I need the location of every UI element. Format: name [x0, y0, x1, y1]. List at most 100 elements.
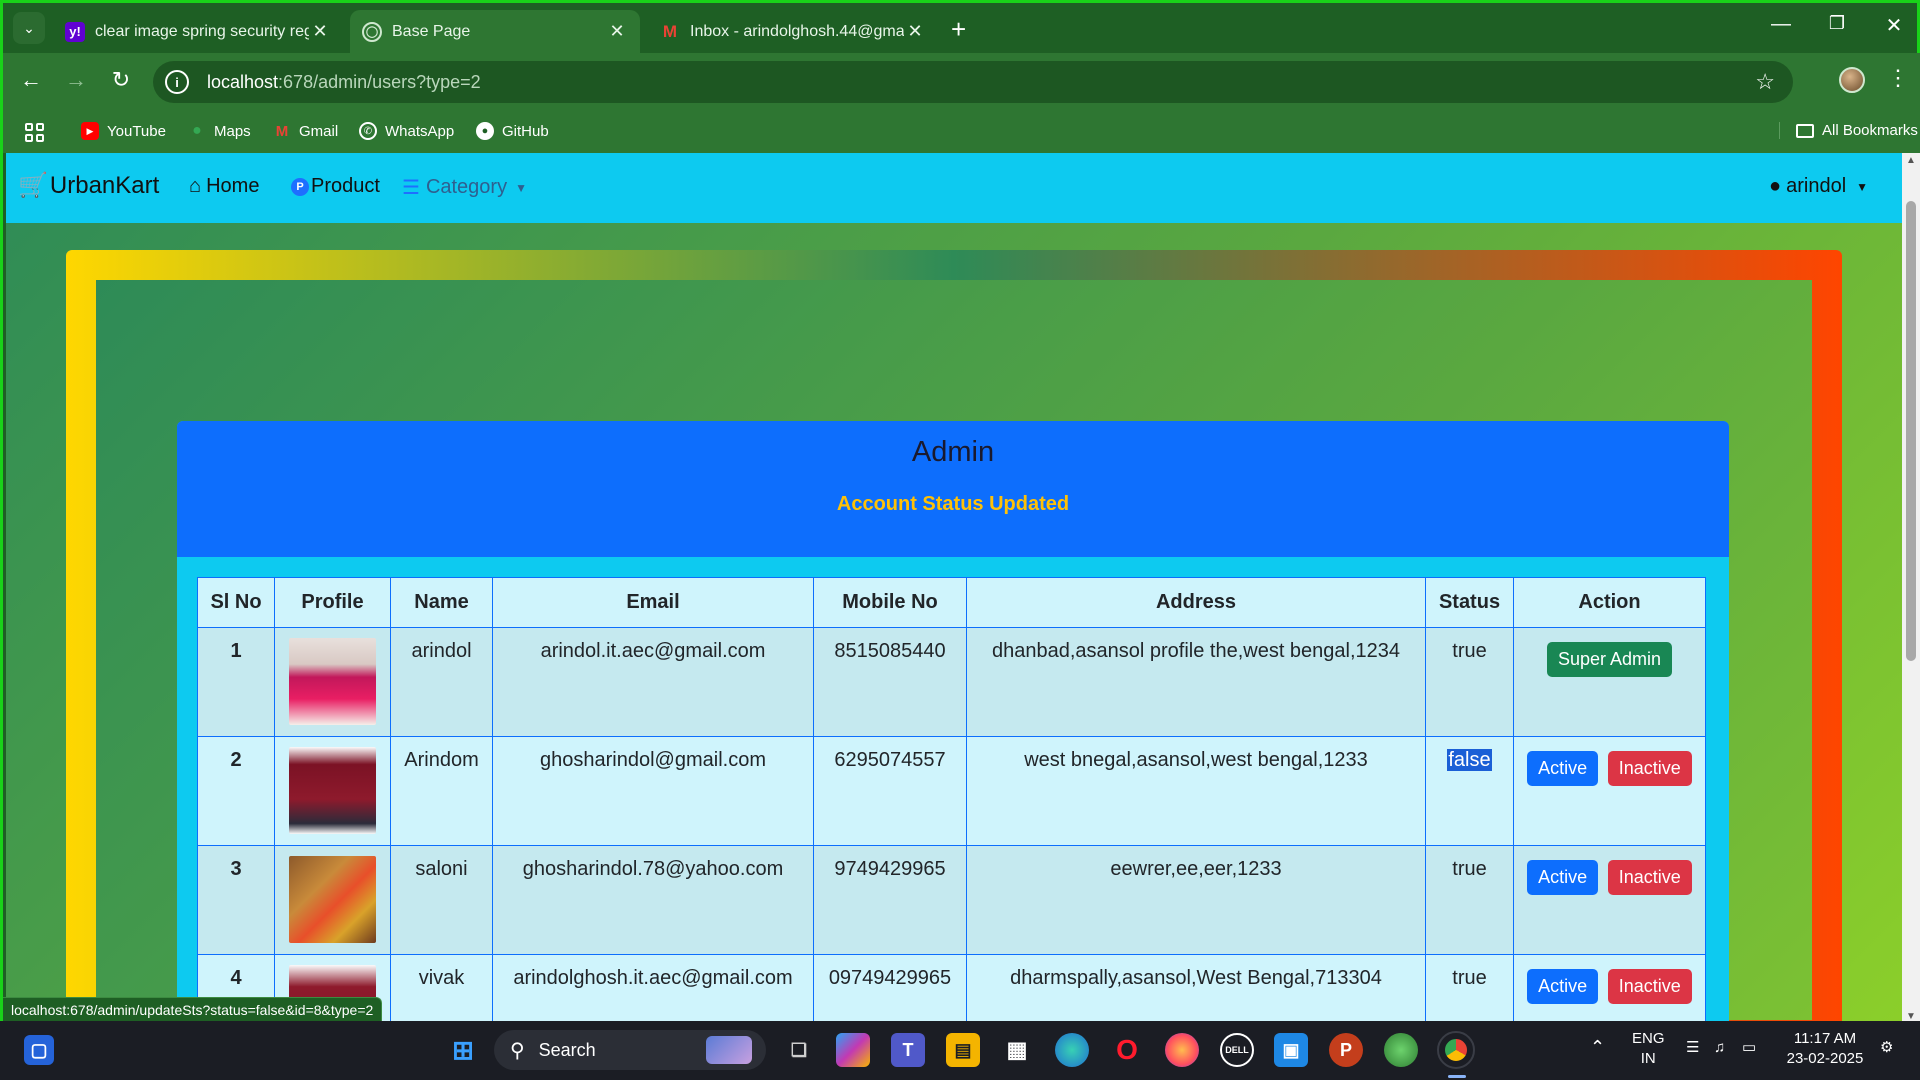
- file-explorer-icon[interactable]: ▤: [946, 1033, 980, 1067]
- windows-start-icon[interactable]: ⊞: [446, 1033, 480, 1067]
- menu-kebab-icon[interactable]: ⋮: [1887, 65, 1909, 91]
- app-window-icon[interactable]: ▣: [1274, 1033, 1308, 1067]
- whatsapp-icon: ✆: [359, 122, 377, 140]
- cell-action: Super Admin: [1513, 627, 1706, 737]
- cell-mobile: 9749429965: [813, 845, 967, 955]
- cell-name: Arindom: [390, 736, 493, 846]
- product-p-icon: P: [291, 177, 309, 196]
- clock-time: 11:17 AM: [1793, 1030, 1857, 1047]
- reload-icon[interactable]: ↻: [106, 67, 136, 93]
- bookmark-label: WhatsApp: [385, 122, 455, 140]
- page-scrollbar[interactable]: ▲ ▼: [1902, 153, 1920, 1024]
- scrollbar-thumb[interactable]: [1906, 201, 1916, 661]
- restore-icon[interactable]: ❐: [1812, 13, 1862, 34]
- cart-icon: 🛒: [18, 172, 48, 199]
- tray-chevron-icon[interactable]: ⌃: [1590, 1037, 1605, 1057]
- profile-avatar[interactable]: [1839, 67, 1865, 93]
- forward-icon[interactable]: →: [61, 67, 91, 93]
- tab-yahoo-search[interactable]: y! clear image spring security regi ✕: [53, 10, 343, 53]
- close-tab-icon[interactable]: ✕: [309, 21, 331, 42]
- volume-icon[interactable]: ♫: [1714, 1038, 1725, 1058]
- bookmark-gmail[interactable]: M Gmail: [273, 122, 338, 140]
- region-code: IN: [1640, 1050, 1656, 1067]
- bookmark-whatsapp[interactable]: ✆ WhatsApp: [359, 122, 454, 140]
- cell-profile: [274, 736, 391, 846]
- store-icon[interactable]: ▦: [1000, 1033, 1034, 1067]
- brand-link[interactable]: 🛒 UrbanKart: [18, 171, 159, 200]
- chrome-icon[interactable]: [1437, 1031, 1475, 1069]
- bookmark-github[interactable]: ● GitHub: [476, 122, 549, 140]
- status-value-selected: false: [1447, 749, 1492, 771]
- nav-category-dropdown[interactable]: ☰ Category ▼: [402, 175, 527, 200]
- back-icon[interactable]: ←: [16, 67, 46, 93]
- edge-icon[interactable]: [1055, 1033, 1089, 1067]
- close-tab-icon[interactable]: ✕: [904, 21, 926, 42]
- bookmark-label: Gmail: [299, 122, 339, 140]
- cell-name: arindol: [390, 627, 493, 737]
- spring-tool-icon[interactable]: [1384, 1033, 1418, 1067]
- widgets-icon[interactable]: ▢: [24, 1035, 54, 1065]
- table-row: 3 saloni ghosharindol.78@yahoo.com 97494…: [197, 845, 1706, 955]
- language-indicator[interactable]: ENG IN: [1632, 1029, 1665, 1069]
- active-button[interactable]: Active: [1527, 969, 1599, 1004]
- inactive-button[interactable]: Inactive: [1607, 969, 1692, 1004]
- tab-search-chevron-icon[interactable]: ⌄: [13, 12, 45, 44]
- bookmark-maps[interactable]: ● Maps: [188, 122, 251, 140]
- tab-base-page[interactable]: ◯ Base Page ✕: [350, 10, 640, 53]
- notification-bell-icon[interactable]: ⚙: [1880, 1038, 1893, 1058]
- brand-name: UrbanKart: [49, 171, 160, 199]
- caret-down-icon: ▼: [515, 180, 527, 195]
- admin-card-header: Admin Account Status Updated: [177, 421, 1729, 557]
- nav-category-label: Category: [425, 176, 508, 198]
- status-message: Account Status Updated: [836, 493, 1070, 515]
- inactive-button[interactable]: Inactive: [1607, 860, 1692, 895]
- chrome-active-indicator: [1448, 1075, 1466, 1078]
- minimize-icon[interactable]: —: [1756, 13, 1806, 36]
- apps-grid-icon[interactable]: [25, 123, 44, 142]
- url-host: localhost: [207, 71, 279, 92]
- user-dropdown[interactable]: ● arindol ▼: [1769, 175, 1868, 198]
- nav-home[interactable]: ⌂ Home: [189, 175, 259, 198]
- col-sl-no: Sl No: [197, 577, 275, 628]
- bookmark-star-icon[interactable]: ☆: [1755, 69, 1775, 95]
- tab-gmail-inbox[interactable]: M Inbox - arindolghosh.44@gmail ✕: [648, 10, 938, 53]
- teams-icon[interactable]: T: [891, 1033, 925, 1067]
- battery-icon[interactable]: ▭: [1742, 1038, 1756, 1058]
- cell-profile: [274, 627, 391, 737]
- close-window-icon[interactable]: ✕: [1869, 13, 1919, 38]
- all-bookmarks[interactable]: All Bookmarks: [1779, 122, 1918, 139]
- active-button[interactable]: Active: [1527, 860, 1599, 895]
- nav-home-label: Home: [206, 175, 260, 197]
- tab-title: Inbox - arindolghosh.44@gmail: [690, 22, 904, 40]
- clock[interactable]: 11:17 AM 23-02-2025: [1778, 1029, 1872, 1069]
- table-row: 1 arindol arindol.it.aec@gmail.com 85150…: [197, 627, 1706, 737]
- nav-product[interactable]: P Product: [291, 175, 380, 198]
- opera-icon[interactable]: O: [1110, 1033, 1144, 1067]
- new-tab-button[interactable]: +: [951, 14, 966, 45]
- site-info-icon[interactable]: i: [165, 70, 189, 94]
- cell-email: arindolghosh.it.aec@gmail.com: [492, 954, 814, 1024]
- yahoo-icon: y!: [65, 21, 85, 42]
- user-icon: ●: [1769, 175, 1782, 197]
- admin-title: Admin: [911, 436, 995, 468]
- inactive-button[interactable]: Inactive: [1607, 751, 1692, 786]
- github-icon: ●: [476, 122, 494, 140]
- bookmark-youtube[interactable]: ▶ YouTube: [81, 122, 166, 140]
- task-view-icon[interactable]: ❏: [782, 1033, 816, 1067]
- cell-email: ghosharindol@gmail.com: [492, 736, 814, 846]
- layers-icon: ☰: [402, 177, 420, 199]
- firefox-icon[interactable]: [1165, 1033, 1199, 1067]
- taskbar-search[interactable]: ⚲ Search: [494, 1030, 766, 1070]
- browser-toolbar: ← → ↻ i localhost:678/admin/users?type=2…: [3, 53, 1920, 111]
- bookmark-label: Maps: [214, 122, 251, 140]
- powerpoint-icon[interactable]: P: [1329, 1033, 1363, 1067]
- app-navbar: 🛒 UrbanKart ⌂ Home P Product ☰ Category …: [6, 153, 1902, 223]
- wifi-icon[interactable]: ☰: [1686, 1038, 1699, 1058]
- close-tab-icon[interactable]: ✕: [606, 21, 628, 42]
- active-button[interactable]: Active: [1527, 751, 1599, 786]
- address-bar[interactable]: i localhost:678/admin/users?type=2 ☆: [153, 61, 1793, 103]
- super-admin-button[interactable]: Super Admin: [1546, 642, 1673, 677]
- dell-icon[interactable]: DELL: [1220, 1033, 1254, 1067]
- copilot-icon[interactable]: [836, 1033, 870, 1067]
- scroll-up-icon[interactable]: ▲: [1902, 155, 1920, 166]
